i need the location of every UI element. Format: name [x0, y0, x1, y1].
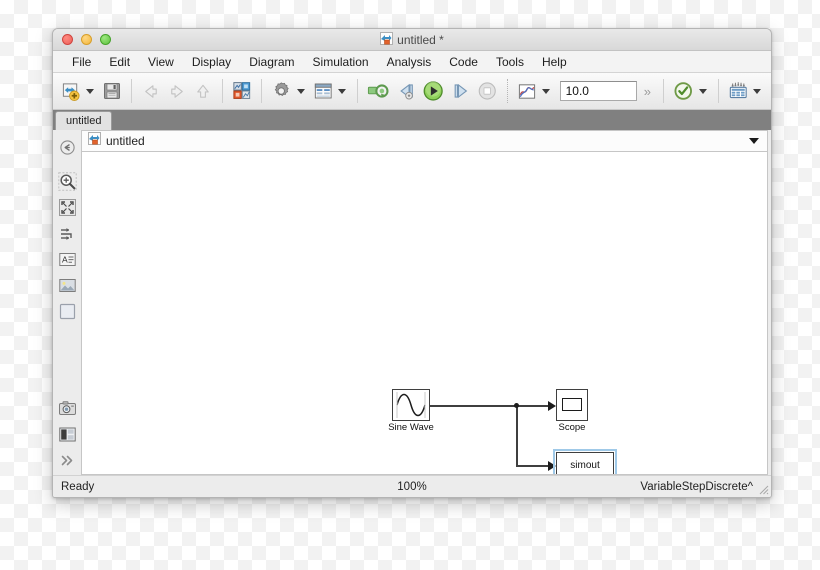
update-model-button[interactable] — [365, 77, 391, 105]
main-toolbar: 10.0 » — [53, 73, 771, 110]
simulink-model-icon — [380, 31, 394, 48]
menu-view[interactable]: View — [139, 53, 183, 71]
toolbar-separator-7 — [717, 79, 719, 103]
block-sine-wave[interactable]: Sine Wave — [388, 389, 434, 433]
model-explorer-button[interactable] — [311, 77, 335, 105]
statusbar: Ready 100% VariableStepDiscrete^ — [53, 475, 771, 497]
back-button[interactable] — [139, 77, 163, 105]
signal-line-to-workspace — [516, 465, 550, 467]
toolbar-separator-3 — [261, 79, 263, 103]
breadcrumb-path[interactable]: untitled — [106, 134, 145, 148]
window-body: A untitled Sine Wave Scope simout — [53, 130, 771, 475]
image-icon[interactable] — [56, 274, 78, 296]
block-scope-body: Scope — [556, 389, 588, 433]
block-scope-label: Scope — [558, 422, 586, 433]
model-configuration-button[interactable] — [269, 77, 293, 105]
simulink-model-icon — [88, 132, 101, 150]
minimize-button[interactable] — [81, 34, 92, 45]
menu-edit[interactable]: Edit — [100, 53, 139, 71]
run-button[interactable] — [420, 77, 446, 105]
toolbar-overflow-button[interactable]: » — [639, 84, 656, 99]
svg-text:A: A — [62, 254, 68, 264]
new-model-button[interactable] — [59, 77, 83, 105]
step-back-button[interactable] — [394, 77, 418, 105]
block-scope[interactable]: Scope — [556, 389, 588, 433]
menu-display[interactable]: Display — [183, 53, 240, 71]
simulation-stop-time-input[interactable]: 10.0 — [559, 81, 637, 101]
block-to-workspace[interactable]: simout To Workspace — [553, 449, 617, 474]
menu-file[interactable]: File — [63, 53, 100, 71]
toolbar-separator-4 — [357, 79, 359, 103]
check-model-dropdown-icon[interactable] — [698, 88, 707, 94]
model-configuration-dropdown-icon[interactable] — [296, 88, 305, 94]
window-titlebar: untitled * — [53, 29, 771, 51]
simulink-window: untitled * File Edit View Display Diagra… — [52, 28, 772, 498]
menu-tools[interactable]: Tools — [487, 53, 533, 71]
window-title: untitled * — [397, 32, 444, 47]
chevron-down-icon[interactable] — [749, 138, 759, 144]
menu-help[interactable]: Help — [533, 53, 576, 71]
signal-arrow-to-workspace — [548, 461, 556, 471]
canvas-toolstrip: A — [53, 130, 81, 475]
document-tabstrip: untitled — [53, 110, 771, 130]
zoom-in-icon[interactable] — [56, 170, 78, 192]
simulation-data-inspector-dropdown-icon[interactable] — [541, 88, 550, 94]
build-model-button[interactable] — [726, 77, 750, 105]
signal-arrow-scope — [548, 401, 556, 411]
menu-code[interactable]: Code — [440, 53, 487, 71]
toolbar-separator-1 — [131, 79, 132, 103]
close-button[interactable] — [62, 34, 73, 45]
block-sine-wave-body: Sine Wave — [388, 389, 434, 433]
forward-button[interactable] — [165, 77, 189, 105]
canvas-column: untitled Sine Wave Scope simout — [81, 130, 771, 475]
check-model-button[interactable] — [671, 77, 695, 105]
fit-to-view-icon[interactable] — [56, 196, 78, 218]
area-icon[interactable] — [56, 300, 78, 322]
breadcrumb: untitled — [81, 130, 768, 152]
camera-icon[interactable] — [56, 397, 78, 419]
toolbar-separator-6 — [663, 79, 665, 103]
signal-line-junction-to-scope — [516, 405, 550, 407]
status-solver[interactable]: VariableStepDiscrete^ — [640, 481, 763, 493]
simulation-data-inspector-button[interactable] — [515, 77, 539, 105]
new-model-dropdown-icon[interactable] — [86, 88, 94, 94]
library-browser-button[interactable] — [230, 77, 254, 105]
block-sine-wave-label: Sine Wave — [388, 422, 434, 433]
navigate-up-icon[interactable] — [56, 136, 78, 158]
toolbar-separator-2 — [222, 79, 223, 103]
model-canvas[interactable]: Sine Wave Scope simout To Workspace — [81, 152, 768, 475]
annotation-icon[interactable]: A — [56, 248, 78, 270]
signal-line-junction-down — [516, 405, 518, 467]
toolbar-separator-5 — [506, 79, 508, 103]
step-forward-button[interactable] — [449, 77, 473, 105]
maximize-button[interactable] — [100, 34, 111, 45]
build-model-dropdown-icon[interactable] — [752, 88, 761, 94]
signal-line-sine-to-junction — [430, 405, 516, 407]
tab-untitled[interactable]: untitled — [55, 111, 113, 130]
stop-button[interactable] — [475, 77, 499, 105]
signal-routing-icon[interactable] — [56, 222, 78, 244]
panel-layout-icon[interactable] — [56, 423, 78, 445]
scope-screen-icon — [562, 397, 582, 411]
traffic-lights — [62, 34, 111, 45]
menu-simulation[interactable]: Simulation — [304, 53, 378, 71]
signal-junction-point — [514, 403, 519, 408]
more-tools-icon[interactable] — [56, 449, 78, 471]
up-button[interactable] — [191, 77, 215, 105]
block-to-workspace-body: simout To Workspace — [556, 452, 614, 474]
menu-analysis[interactable]: Analysis — [378, 53, 441, 71]
model-explorer-dropdown-icon[interactable] — [338, 88, 347, 94]
menu-diagram[interactable]: Diagram — [240, 53, 303, 71]
block-to-workspace-text: simout — [570, 459, 600, 471]
menubar: File Edit View Display Diagram Simulatio… — [53, 51, 771, 73]
window-title-group: untitled * — [53, 31, 771, 48]
save-button[interactable] — [100, 77, 124, 105]
